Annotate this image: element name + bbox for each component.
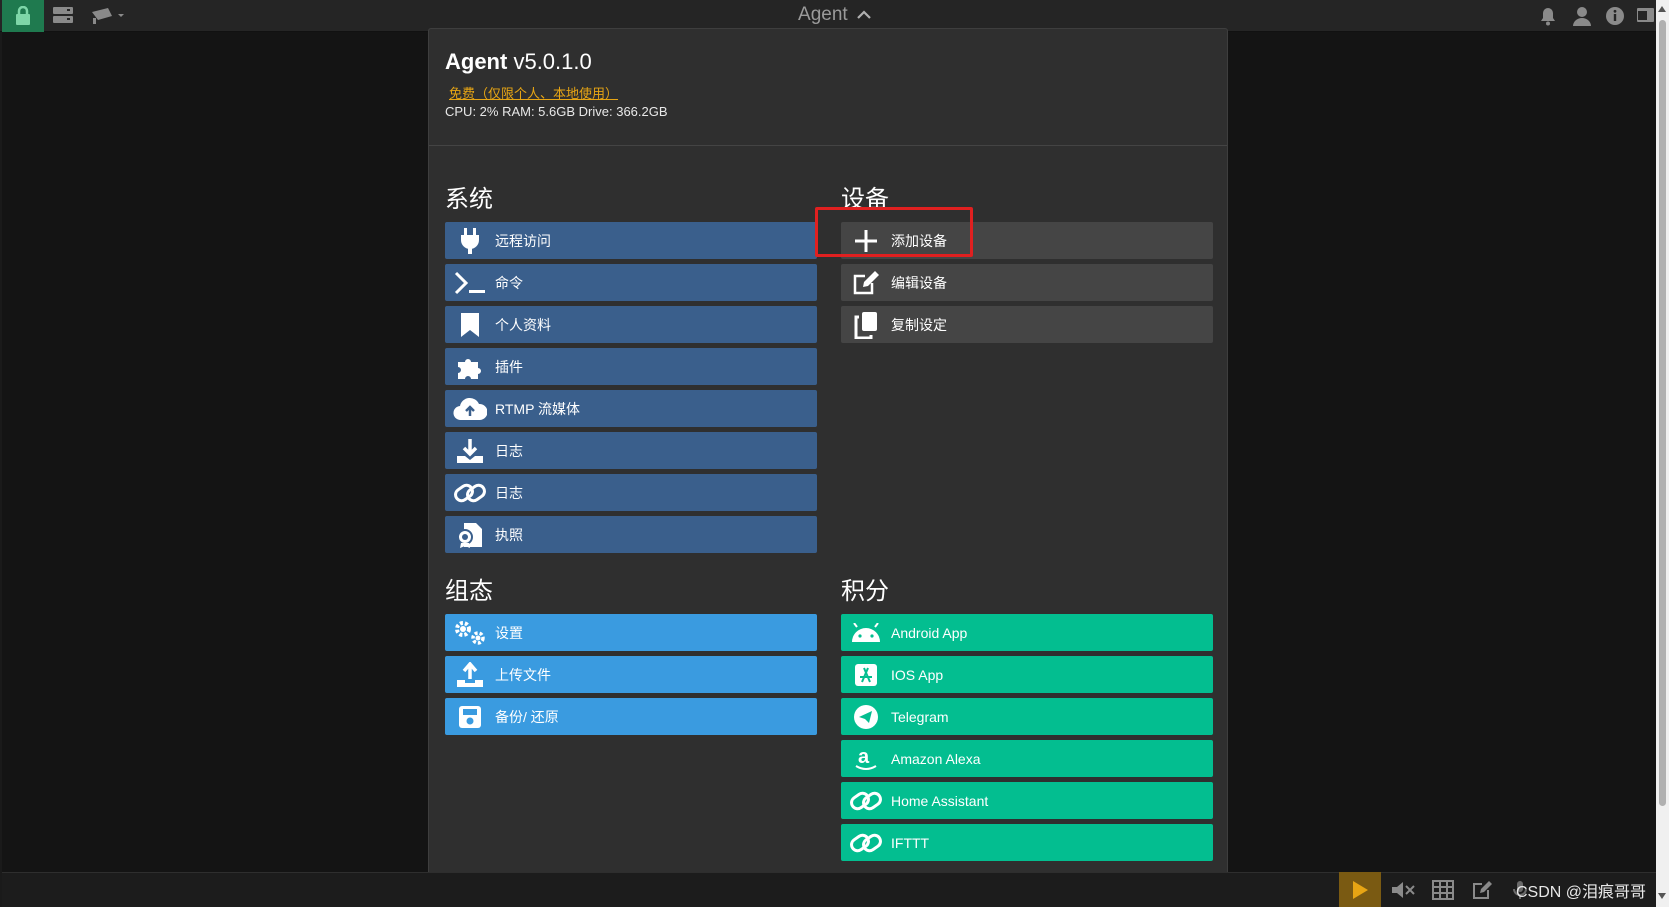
android-app-button[interactable]: Android App — [841, 614, 1213, 651]
appstore-icon — [841, 656, 891, 693]
window-scrollbar[interactable] — [1656, 0, 1669, 907]
button-label: 命令 — [495, 274, 523, 291]
copy-icon — [841, 306, 891, 343]
devices-section-title: 设备 — [841, 186, 889, 213]
rtmp-streaming-button[interactable]: RTMP 流媒体 — [445, 390, 817, 427]
scroll-down-icon[interactable] — [1658, 893, 1666, 899]
chevron-up-icon — [857, 4, 871, 26]
button-label: 个人资料 — [495, 316, 551, 333]
plugins-button[interactable]: 插件 — [445, 348, 817, 385]
commands-button[interactable]: 命令 — [445, 264, 817, 301]
backup-restore-button[interactable]: 备份/ 还原 — [445, 698, 817, 735]
config-section-title: 组态 — [445, 578, 493, 605]
watermark: CSDN @泪痕哥哥 — [1516, 884, 1647, 901]
app-title-text: Agent — [798, 4, 848, 25]
profiles-button[interactable]: 个人资料 — [445, 306, 817, 343]
link-icon — [445, 474, 495, 511]
button-label: 备份/ 还原 — [495, 708, 559, 725]
download-icon — [445, 432, 495, 469]
svg-text:a: a — [858, 746, 870, 768]
edit-device-button[interactable]: 编辑设备 — [841, 264, 1213, 301]
dialog-title: Agent v5.0.1.0 — [445, 49, 592, 75]
system-stats: CPU: 2% RAM: 5.6GB Drive: 366.2GB — [445, 104, 668, 119]
save-icon — [445, 698, 495, 735]
plug-icon — [445, 222, 495, 259]
puzzle-icon — [445, 348, 495, 385]
remote-access-button[interactable]: 远程访问 — [445, 222, 817, 259]
button-label: 执照 — [495, 526, 523, 543]
amazon-icon: a — [841, 740, 891, 777]
button-label: Home Assistant — [891, 792, 989, 809]
gears-icon — [445, 614, 495, 651]
scroll-up-icon[interactable] — [1658, 6, 1666, 12]
link-icon — [841, 824, 891, 861]
app-name: Agent — [445, 49, 508, 74]
cloud-upload-icon — [445, 390, 495, 427]
add-device-button[interactable]: 添加设备 — [841, 222, 1213, 259]
button-label: 日志 — [495, 442, 523, 459]
edit-icon[interactable] — [1472, 880, 1494, 905]
home-assistant-button[interactable]: Home Assistant — [841, 782, 1213, 819]
button-label: 设置 — [495, 624, 523, 641]
button-label: 复制设定 — [891, 316, 947, 333]
integrations-section-title: 积分 — [841, 578, 889, 605]
plus-icon — [841, 222, 891, 259]
edit-icon — [841, 264, 891, 301]
scroll-thumb[interactable] — [1659, 20, 1666, 806]
copy-settings-button[interactable]: 复制设定 — [841, 306, 1213, 343]
button-label: IOS App — [891, 666, 944, 683]
panel-icon[interactable] — [1636, 6, 1654, 24]
dialog-header: Agent v5.0.1.0 免费（仅限个人、本地使用） CPU: 2% RAM… — [429, 29, 1227, 146]
bell-icon[interactable] — [1538, 6, 1558, 26]
telegram-button[interactable]: Telegram — [841, 698, 1213, 735]
button-label: Amazon Alexa — [891, 750, 981, 767]
button-label: 编辑设备 — [891, 274, 947, 291]
bookmark-icon — [445, 306, 495, 343]
telegram-icon — [841, 698, 891, 735]
app-title[interactable]: Agent — [0, 4, 1669, 26]
amazon-alexa-button[interactable]: a Amazon Alexa — [841, 740, 1213, 777]
upload-file-button[interactable]: 上传文件 — [445, 656, 817, 693]
settings-button[interactable]: 设置 — [445, 614, 817, 651]
play-button[interactable] — [1339, 872, 1381, 907]
ios-app-button[interactable]: IOS App — [841, 656, 1213, 693]
agent-dialog: Agent v5.0.1.0 免费（仅限个人、本地使用） CPU: 2% RAM… — [428, 28, 1228, 907]
button-label: IFTTT — [891, 834, 930, 851]
certificate-icon — [445, 516, 495, 553]
user-icon[interactable] — [1572, 6, 1592, 26]
button-label: Telegram — [891, 708, 949, 725]
app-version: v5.0.1.0 — [513, 49, 592, 74]
button-label: Android App — [891, 624, 968, 641]
system-section-title: 系统 — [445, 186, 493, 213]
logs-button[interactable]: 日志 — [445, 432, 817, 469]
terminal-icon — [445, 264, 495, 301]
info-icon[interactable] — [1605, 6, 1625, 26]
button-label: 插件 — [495, 358, 523, 375]
ifttt-button[interactable]: IFTTT — [841, 824, 1213, 861]
button-label: 日志 — [495, 484, 523, 501]
log-links-button[interactable]: 日志 — [445, 474, 817, 511]
play-icon — [1353, 880, 1368, 899]
link-icon — [841, 782, 891, 819]
button-label: 上传文件 — [495, 666, 551, 683]
upload-icon — [445, 656, 495, 693]
android-icon — [841, 614, 891, 651]
license-link[interactable]: 免费（仅限个人、本地使用） — [449, 83, 618, 102]
button-label: 添加设备 — [891, 232, 947, 249]
button-label: RTMP 流媒体 — [495, 400, 581, 417]
license-button[interactable]: 执照 — [445, 516, 817, 553]
button-label: 远程访问 — [495, 232, 551, 249]
mute-icon[interactable] — [1390, 880, 1416, 905]
grid-icon[interactable] — [1432, 880, 1454, 905]
